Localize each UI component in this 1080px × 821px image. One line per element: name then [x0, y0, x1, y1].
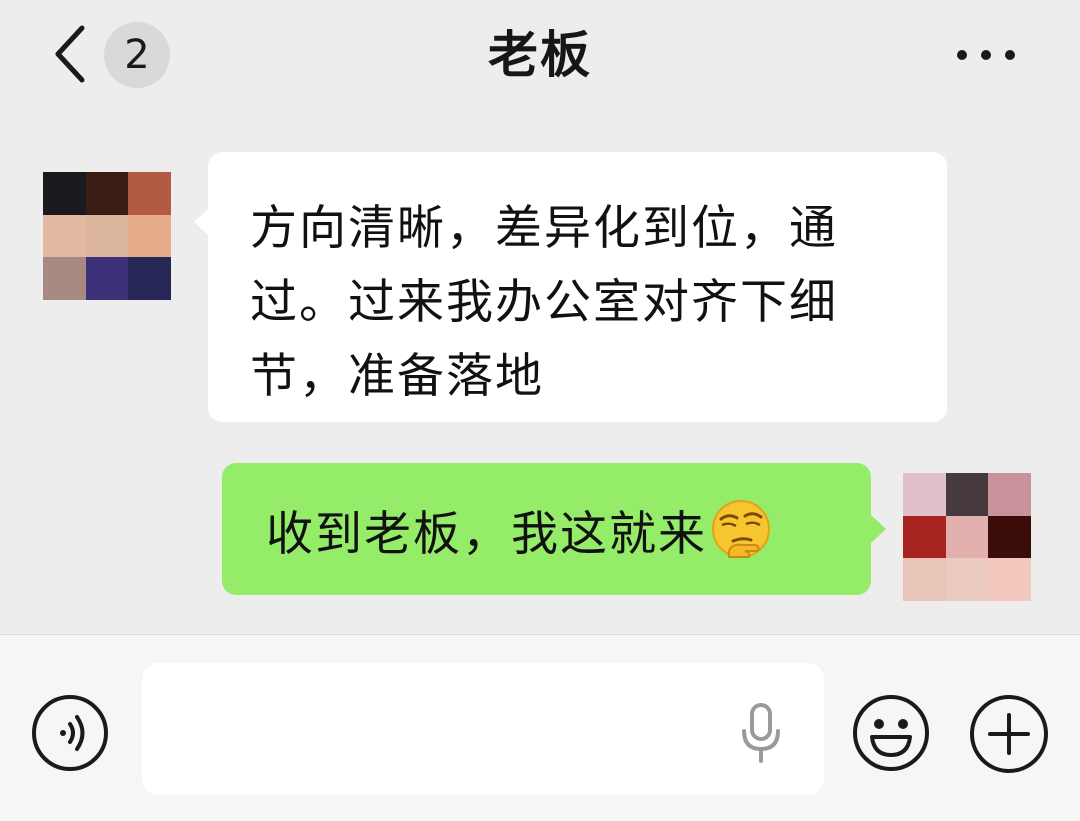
more-button[interactable] [948, 32, 1024, 78]
input-bar [0, 634, 1080, 821]
contact-avatar[interactable] [43, 172, 171, 300]
voice-toggle-button[interactable] [30, 693, 110, 773]
voice-icon [32, 695, 108, 771]
smirk-emoji-icon [712, 500, 770, 558]
outgoing-message-text: 收到老板，我这就来 [266, 506, 707, 562]
emoji-icon [853, 695, 929, 771]
more-horizontal-icon [957, 50, 1015, 60]
message-input[interactable] [142, 663, 824, 795]
chat-header: 2 老板 [0, 0, 1080, 110]
mic-button[interactable] [738, 701, 784, 765]
plus-icon [970, 695, 1048, 773]
chat-title: 老板 [488, 26, 592, 84]
my-avatar[interactable] [903, 473, 1031, 601]
microphone-icon [742, 703, 780, 763]
outgoing-message-bubble[interactable]: 收到老板，我这就来 [222, 463, 886, 595]
incoming-message-text: 方向清晰，差异化到位，通 过。过来我办公室对齐下细 节，准备落地 [250, 201, 838, 404]
outgoing-message-content: 收到老板，我这就来 [266, 491, 773, 567]
incoming-message-bubble[interactable]: 方向清晰，差异化到位，通 过。过来我办公室对齐下细 节，准备落地 [194, 152, 947, 422]
emoji-button[interactable] [851, 693, 931, 773]
more-actions-button[interactable] [968, 693, 1050, 775]
